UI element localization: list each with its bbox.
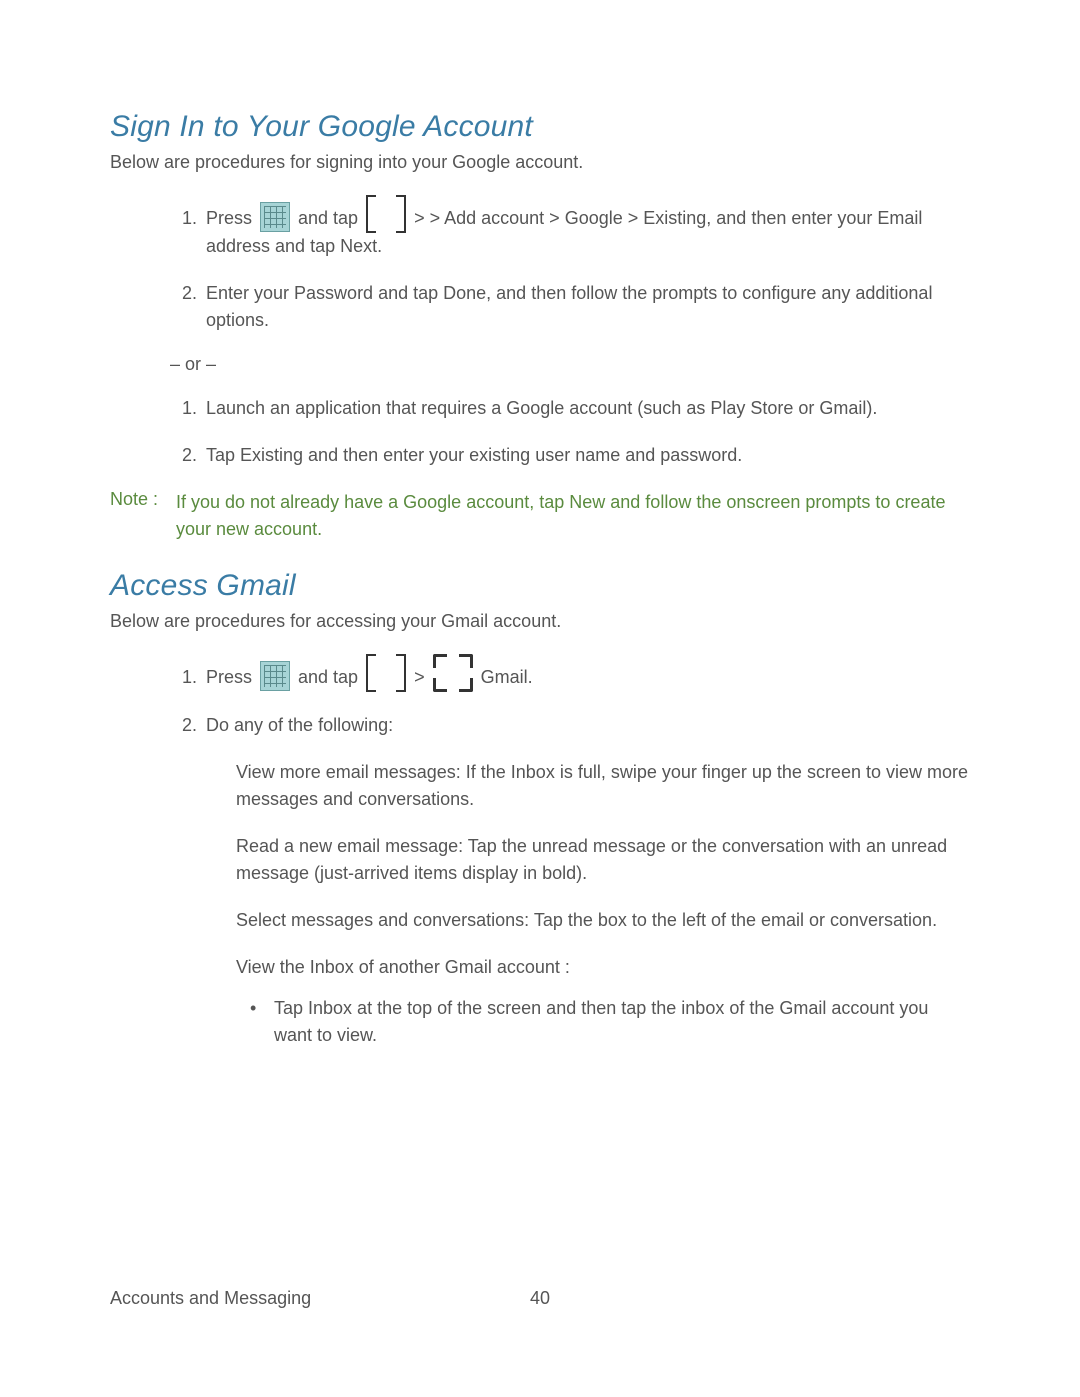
footer-section: Accounts and Messaging bbox=[110, 1288, 311, 1308]
menu-bracket-icon bbox=[366, 654, 406, 692]
menu-bracket-icon bbox=[366, 195, 406, 233]
note-row: Note : If you do not already have a Goog… bbox=[110, 489, 970, 543]
apps-grid-icon bbox=[260, 661, 290, 691]
note-label: Note : bbox=[110, 489, 166, 543]
heading-gmail: Access Gmail bbox=[110, 569, 970, 603]
page-footer: Accounts and Messaging 40 bbox=[110, 1288, 970, 1309]
note-text: If you do not already have a Google acco… bbox=[176, 489, 970, 543]
intro-gmail: Below are procedures for accessing your … bbox=[110, 611, 970, 632]
heading-signin: Sign In to Your Google Account bbox=[110, 110, 970, 144]
signin-step-2: Enter your Password and tap Done, and th… bbox=[202, 280, 970, 334]
step-text: > bbox=[409, 667, 430, 687]
apps-grid-icon bbox=[260, 202, 290, 232]
step-text: Gmail. bbox=[476, 667, 533, 687]
step-text: and tap bbox=[293, 667, 363, 687]
gmail-step-2: Do any of the following: View more email… bbox=[202, 712, 970, 1049]
gmail-bullets: Tap Inbox at the top of the screen and t… bbox=[246, 995, 970, 1049]
or-divider: – or – bbox=[170, 354, 970, 375]
footer-page-number: 40 bbox=[530, 1288, 550, 1309]
gmail-sub-a: View more email messages: If the Inbox i… bbox=[236, 759, 970, 813]
gmail-sub-c: Select messages and conversations: Tap t… bbox=[236, 907, 970, 934]
intro-signin: Below are procedures for signing into yo… bbox=[110, 152, 970, 173]
gmail-steps: Press and tap > Gmail. Do any of the fol… bbox=[110, 654, 970, 1049]
step-text: and tap bbox=[293, 208, 363, 228]
signin-steps-primary: Press and tap > > Add account > Google >… bbox=[110, 195, 970, 334]
step-text: Press bbox=[206, 208, 257, 228]
gmail-app-icon bbox=[433, 654, 473, 692]
signin-steps-alt: Launch an application that requires a Go… bbox=[110, 395, 970, 469]
signin-alt-step-1: Launch an application that requires a Go… bbox=[202, 395, 970, 422]
step-text: Do any of the following: bbox=[206, 715, 393, 735]
signin-step-1: Press and tap > > Add account > Google >… bbox=[202, 195, 970, 260]
step-text: Press bbox=[206, 667, 257, 687]
document-page: Sign In to Your Google Account Below are… bbox=[0, 0, 1080, 1397]
gmail-sub-b: Read a new email message: Tap the unread… bbox=[236, 833, 970, 887]
signin-alt-step-2: Tap Existing and then enter your existin… bbox=[202, 442, 970, 469]
gmail-sub-d: View the Inbox of another Gmail account … bbox=[236, 954, 970, 981]
gmail-step-1: Press and tap > Gmail. bbox=[202, 654, 970, 692]
gmail-bullet-1: Tap Inbox at the top of the screen and t… bbox=[246, 995, 970, 1049]
